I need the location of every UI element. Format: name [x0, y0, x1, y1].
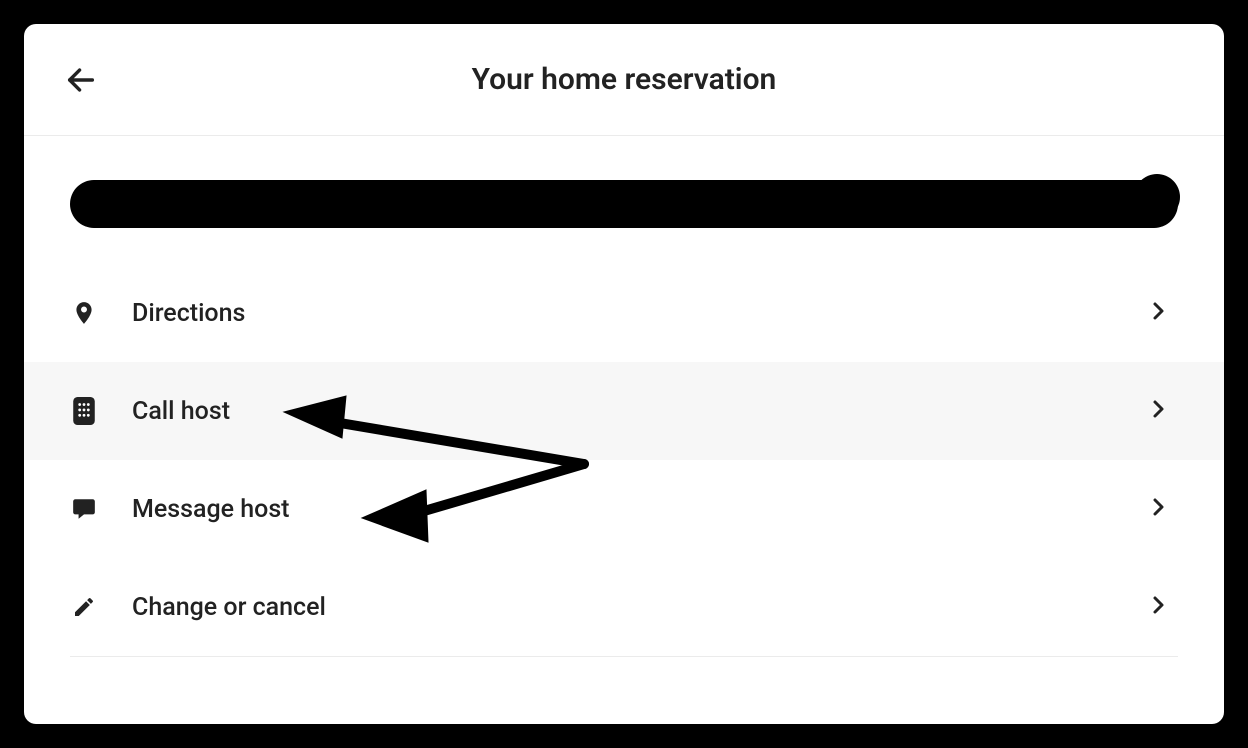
page-title: Your home reservation — [472, 62, 777, 97]
divider — [70, 656, 1178, 657]
back-button[interactable] — [56, 55, 106, 105]
chevron-right-icon — [1146, 299, 1170, 327]
chevron-right-icon — [1146, 593, 1170, 621]
map-pin-icon — [70, 299, 98, 327]
header: Your home reservation — [24, 24, 1224, 136]
pencil-icon — [70, 593, 98, 621]
phone-keypad-icon — [70, 397, 98, 425]
menu-item-change-cancel[interactable]: Change or cancel — [70, 558, 1178, 656]
arrow-left-icon — [64, 85, 98, 100]
action-menu: Directions — [70, 264, 1178, 656]
chat-bubble-icon — [70, 495, 98, 523]
chevron-right-icon — [1146, 495, 1170, 523]
menu-item-label: Call host — [132, 397, 1146, 426]
menu-item-directions[interactable]: Directions — [70, 264, 1178, 362]
menu-item-label: Message host — [132, 495, 1146, 524]
redacted-info — [70, 136, 1178, 264]
menu-item-label: Directions — [132, 299, 1146, 328]
menu-item-call-host[interactable]: Call host — [24, 362, 1224, 460]
reservation-card: Your home reservation Directions — [24, 24, 1224, 724]
content-area: Directions — [24, 136, 1224, 657]
menu-item-label: Change or cancel — [132, 593, 1146, 622]
chevron-right-icon — [1146, 397, 1170, 425]
menu-item-message-host[interactable]: Message host — [70, 460, 1178, 558]
redaction-mark — [70, 180, 1178, 228]
